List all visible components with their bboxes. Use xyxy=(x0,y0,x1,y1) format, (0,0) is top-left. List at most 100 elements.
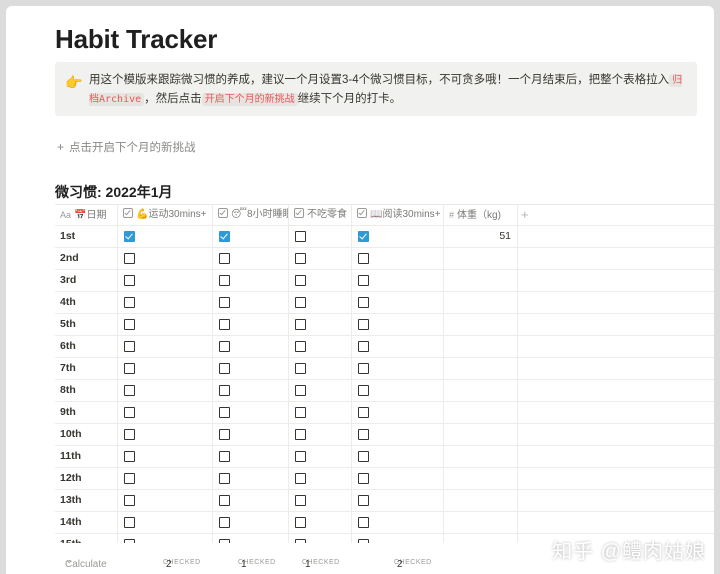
column-header-reading[interactable]: 📖阅读30mins+ xyxy=(352,205,444,225)
checkbox-unchecked[interactable] xyxy=(358,539,369,543)
checkbox-unchecked[interactable] xyxy=(358,253,369,264)
weight-cell[interactable] xyxy=(444,380,518,401)
checkbox-unchecked[interactable] xyxy=(358,275,369,286)
weight-cell[interactable] xyxy=(444,248,518,269)
checkbox-unchecked[interactable] xyxy=(124,429,135,440)
date-cell[interactable]: 13th xyxy=(55,490,118,511)
calculate-button[interactable]: Calculate ⌄ xyxy=(65,555,107,570)
checkbox-unchecked[interactable] xyxy=(295,407,306,418)
checkbox-unchecked[interactable] xyxy=(295,495,306,506)
checkbox-unchecked[interactable] xyxy=(219,275,230,286)
checkbox-unchecked[interactable] xyxy=(124,319,135,330)
date-cell[interactable]: 6th xyxy=(55,336,118,357)
weight-cell[interactable] xyxy=(444,424,518,445)
table-row[interactable]: 11th xyxy=(55,446,714,468)
checkbox-unchecked[interactable] xyxy=(219,363,230,374)
column-header-no-snacks[interactable]: 不吃零食 xyxy=(289,205,352,225)
checkbox-checked[interactable] xyxy=(124,231,135,242)
checkbox-unchecked[interactable] xyxy=(219,473,230,484)
table-row[interactable]: 13th xyxy=(55,490,714,512)
checkbox-unchecked[interactable] xyxy=(358,451,369,462)
table-row[interactable]: 9th xyxy=(55,402,714,424)
checkbox-unchecked[interactable] xyxy=(124,385,135,396)
column-header-date[interactable]: Aa 📅日期 xyxy=(55,205,118,225)
checkbox-unchecked[interactable] xyxy=(358,341,369,352)
checkbox-unchecked[interactable] xyxy=(295,517,306,528)
weight-cell[interactable] xyxy=(444,446,518,467)
weight-cell[interactable] xyxy=(444,358,518,379)
checkbox-unchecked[interactable] xyxy=(219,539,230,543)
weight-cell[interactable] xyxy=(444,270,518,291)
date-cell[interactable]: 8th xyxy=(55,380,118,401)
checkbox-unchecked[interactable] xyxy=(219,429,230,440)
checkbox-unchecked[interactable] xyxy=(219,385,230,396)
checkbox-checked[interactable] xyxy=(358,231,369,242)
column-header-exercise[interactable]: 💪运动30mins+ xyxy=(118,205,213,225)
checkbox-unchecked[interactable] xyxy=(358,363,369,374)
weight-cell[interactable]: 51 xyxy=(444,226,518,247)
weight-cell[interactable] xyxy=(444,512,518,533)
weight-cell[interactable] xyxy=(444,468,518,489)
date-cell[interactable]: 14th xyxy=(55,512,118,533)
table-row[interactable]: 7th xyxy=(55,358,714,380)
checkbox-unchecked[interactable] xyxy=(124,341,135,352)
checkbox-unchecked[interactable] xyxy=(358,429,369,440)
table-row[interactable]: 3rd xyxy=(55,270,714,292)
table-row[interactable]: 1st 51 xyxy=(55,226,714,248)
table-row[interactable]: 8th xyxy=(55,380,714,402)
checkbox-unchecked[interactable] xyxy=(219,407,230,418)
checkbox-unchecked[interactable] xyxy=(219,319,230,330)
checkbox-unchecked[interactable] xyxy=(358,517,369,528)
checkbox-unchecked[interactable] xyxy=(295,275,306,286)
checkbox-unchecked[interactable] xyxy=(295,539,306,543)
checkbox-unchecked[interactable] xyxy=(295,319,306,330)
table-row[interactable]: 12th xyxy=(55,468,714,490)
column-header-weight[interactable]: # 体重（kg) xyxy=(444,205,518,225)
column-header-sleep[interactable]: 😴8小时睡眠 xyxy=(213,205,289,225)
checkbox-unchecked[interactable] xyxy=(358,407,369,418)
checkbox-unchecked[interactable] xyxy=(219,253,230,264)
date-cell[interactable]: 11th xyxy=(55,446,118,467)
weight-cell[interactable] xyxy=(444,336,518,357)
checkbox-unchecked[interactable] xyxy=(295,253,306,264)
checkbox-unchecked[interactable] xyxy=(295,451,306,462)
checkbox-unchecked[interactable] xyxy=(124,253,135,264)
checkbox-unchecked[interactable] xyxy=(124,275,135,286)
checkbox-unchecked[interactable] xyxy=(295,231,306,242)
date-cell[interactable]: 7th xyxy=(55,358,118,379)
add-column-button[interactable]: + xyxy=(521,205,529,225)
checkbox-unchecked[interactable] xyxy=(124,539,135,543)
checkbox-unchecked[interactable] xyxy=(295,341,306,352)
table-row[interactable]: 10th xyxy=(55,424,714,446)
date-cell[interactable]: 2nd xyxy=(55,248,118,269)
checkbox-unchecked[interactable] xyxy=(219,341,230,352)
checkbox-unchecked[interactable] xyxy=(219,297,230,308)
checkbox-unchecked[interactable] xyxy=(358,495,369,506)
table-row[interactable]: 5th xyxy=(55,314,714,336)
date-cell[interactable]: 15th xyxy=(55,534,118,543)
weight-cell[interactable] xyxy=(444,292,518,313)
checkbox-unchecked[interactable] xyxy=(124,297,135,308)
checkbox-unchecked[interactable] xyxy=(358,385,369,396)
table-row[interactable]: 6th xyxy=(55,336,714,358)
checkbox-unchecked[interactable] xyxy=(124,407,135,418)
weight-cell[interactable] xyxy=(444,402,518,423)
weight-cell[interactable] xyxy=(444,490,518,511)
date-cell[interactable]: 3rd xyxy=(55,270,118,291)
checkbox-checked[interactable] xyxy=(219,231,230,242)
table-row[interactable]: 2nd xyxy=(55,248,714,270)
table-row[interactable]: 4th xyxy=(55,292,714,314)
checkbox-unchecked[interactable] xyxy=(358,319,369,330)
checkbox-unchecked[interactable] xyxy=(295,297,306,308)
checkbox-unchecked[interactable] xyxy=(219,517,230,528)
new-challenge-button[interactable]: + 点击开启下个月的新挑战 xyxy=(57,139,196,155)
weight-cell[interactable] xyxy=(444,534,518,543)
checkbox-unchecked[interactable] xyxy=(219,451,230,462)
date-cell[interactable]: 10th xyxy=(55,424,118,445)
date-cell[interactable]: 4th xyxy=(55,292,118,313)
date-cell[interactable]: 5th xyxy=(55,314,118,335)
checkbox-unchecked[interactable] xyxy=(124,363,135,374)
checkbox-unchecked[interactable] xyxy=(295,385,306,396)
date-cell[interactable]: 9th xyxy=(55,402,118,423)
checkbox-unchecked[interactable] xyxy=(124,451,135,462)
